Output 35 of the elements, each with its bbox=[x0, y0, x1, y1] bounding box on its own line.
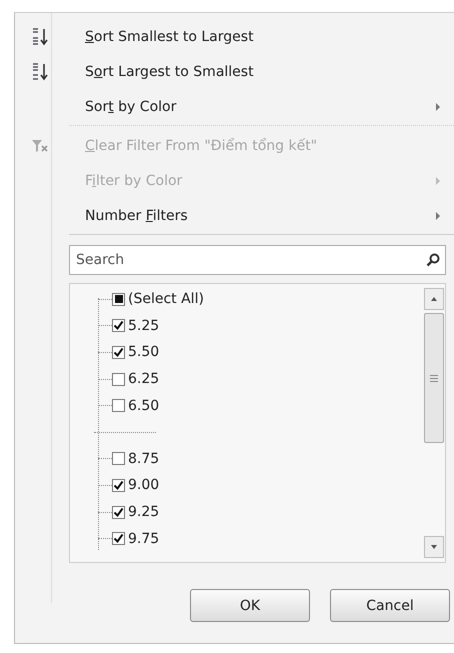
clear-filter-icon bbox=[31, 138, 49, 154]
sort-ascending-icon bbox=[31, 26, 49, 46]
grip-icon bbox=[430, 374, 438, 382]
value-label[interactable]: 5.50 bbox=[128, 344, 160, 360]
checkbox[interactable] bbox=[112, 478, 125, 492]
checkbox[interactable] bbox=[112, 292, 125, 306]
submenu-arrow-icon bbox=[436, 212, 440, 220]
checkbox[interactable] bbox=[112, 319, 125, 332]
value-label[interactable]: (Select All) bbox=[128, 291, 204, 308]
checkbox[interactable] bbox=[112, 452, 125, 466]
submenu-arrow-icon bbox=[436, 176, 440, 184]
value-label[interactable]: 9.25 bbox=[128, 504, 160, 520]
value-label[interactable]: 6.50 bbox=[128, 398, 160, 414]
value-label[interactable]: 8.75 bbox=[128, 450, 160, 467]
ok-button[interactable]: OK bbox=[190, 589, 310, 622]
cancel-button[interactable]: Cancel bbox=[330, 589, 450, 622]
scroll-up-icon bbox=[431, 297, 437, 301]
value-label[interactable]: 9.00 bbox=[128, 477, 160, 494]
value-label[interactable]: 9.75 bbox=[128, 530, 160, 547]
checkbox[interactable] bbox=[112, 532, 125, 546]
menu-item[interactable]: Sort Smallest to Largest bbox=[65, 28, 454, 44]
menu-item[interactable]: Sort by Color bbox=[65, 98, 436, 114]
checkbox[interactable] bbox=[112, 346, 125, 359]
submenu-arrow-icon bbox=[436, 102, 440, 110]
checkbox[interactable] bbox=[112, 372, 125, 386]
value-label[interactable]: 6.25 bbox=[128, 371, 160, 388]
value-label[interactable]: 5.25 bbox=[128, 318, 160, 334]
scroll-down-icon bbox=[431, 545, 437, 549]
sort-descending-icon bbox=[31, 62, 49, 82]
menu-item[interactable]: Number Filters bbox=[65, 208, 436, 224]
checkbox[interactable] bbox=[112, 506, 125, 519]
search-icon bbox=[426, 253, 440, 267]
menu-item[interactable]: Sort Largest to Smallest bbox=[65, 64, 454, 80]
checkbox[interactable] bbox=[112, 399, 125, 412]
search-field[interactable]: Search bbox=[69, 245, 446, 275]
